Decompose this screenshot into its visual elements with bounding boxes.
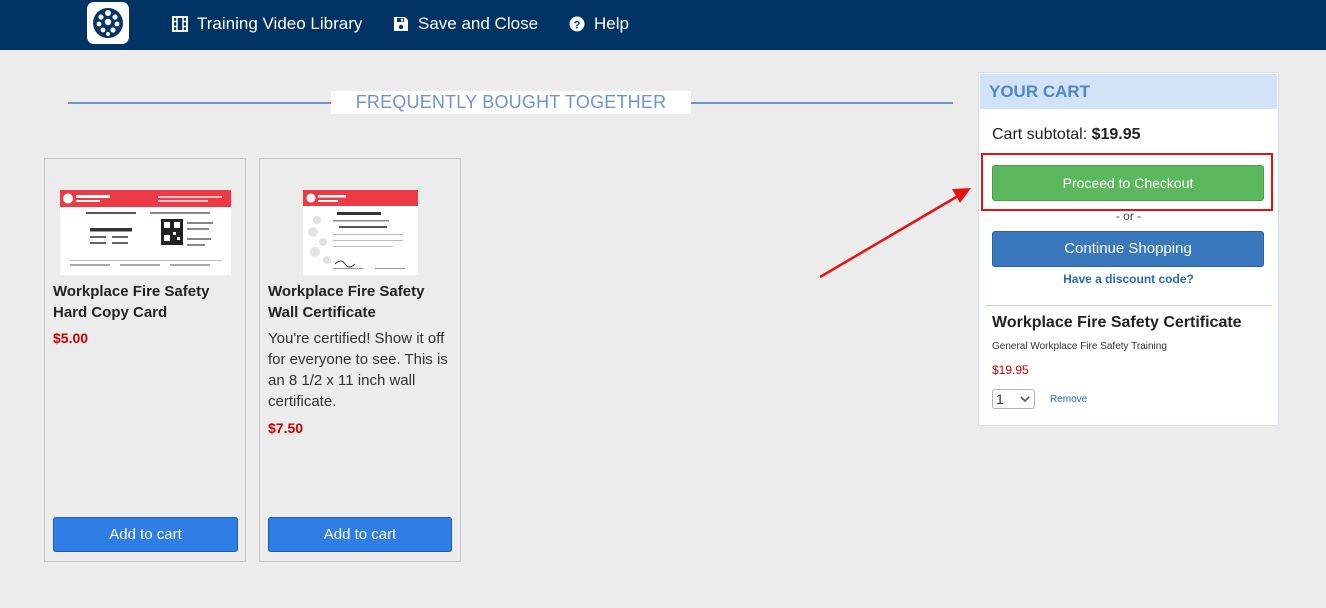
floppy-disk-icon <box>393 16 409 32</box>
quantity-value: 1 <box>996 391 1004 407</box>
cart-title: YOUR CART <box>980 74 1277 109</box>
quantity-select[interactable]: 1 <box>992 389 1035 409</box>
fbt-divider-left <box>68 102 331 104</box>
or-separator: - or - <box>1115 209 1142 223</box>
app-logo[interactable] <box>87 2 129 44</box>
nav-save-and-close[interactable]: Save and Close <box>393 13 538 35</box>
nav-label-help: Help <box>594 14 629 33</box>
cart-subtotal-value: $19.95 <box>1091 126 1141 143</box>
nav-help[interactable]: ? Help <box>569 13 629 35</box>
product-thumbnail-card[interactable] <box>60 190 231 280</box>
film-icon <box>172 16 188 32</box>
nav-training-video-library[interactable]: Training Video Library <box>172 13 362 35</box>
product-price: $7.50 <box>268 420 304 436</box>
cart-item-price: $19.95 <box>992 363 1029 377</box>
product-description: You're certified! Show it off for everyo… <box>268 330 448 410</box>
product-price: $5.00 <box>53 330 89 346</box>
cart-subtotal: Cart subtotal: $19.95 <box>992 126 1141 144</box>
remove-item-link[interactable]: Remove <box>1050 394 1087 405</box>
top-nav-bar: Training Video Library Save and Close ? … <box>0 0 1326 50</box>
discount-code-link[interactable]: Have a discount code? <box>979 272 1278 286</box>
nav-label-training-video-library: Training Video Library <box>197 14 363 33</box>
add-to-cart-button[interactable]: Add to cart <box>53 517 238 552</box>
cart-item-subtitle: General Workplace Fire Safety Training <box>992 341 1167 352</box>
cart-item-name: Workplace Fire Safety Certificate <box>992 314 1242 331</box>
nav-label-save-and-close: Save and Close <box>418 14 539 33</box>
product-name-line-1: Workplace Fire Safety <box>268 283 425 300</box>
svg-text:?: ? <box>574 19 581 31</box>
fbt-title: FREQUENTLY BOUGHT TOGETHER <box>331 91 691 114</box>
logo-dots-icon <box>93 8 123 38</box>
cart-divider <box>986 305 1271 306</box>
cart-panel: YOUR CART Cart subtotal: $19.95 Proceed … <box>978 72 1279 426</box>
product-name: Workplace Fire Safety Wall Certificate <box>268 281 424 323</box>
fbt-divider-right <box>691 102 953 104</box>
question-circle-icon: ? <box>569 16 585 32</box>
product-name-line-1: Workplace Fire Safety <box>53 283 210 300</box>
product-name-line-2: Hard Copy Card <box>53 304 168 321</box>
product-name: Workplace Fire Safety Hard Copy Card <box>53 281 209 323</box>
add-to-cart-button[interactable]: Add to cart <box>268 517 452 552</box>
product-name-line-2: Wall Certificate <box>268 304 376 321</box>
product-thumbnail-certificate[interactable] <box>303 190 418 280</box>
chevron-down-icon <box>1019 391 1031 411</box>
cart-subtotal-label: Cart subtotal: <box>992 126 1088 143</box>
continue-shopping-button[interactable]: Continue Shopping <box>992 231 1264 267</box>
product-card-wall-certificate: Workplace Fire Safety Wall Certificate Y… <box>259 158 461 562</box>
checkout-highlight-box <box>981 153 1273 211</box>
product-card-hard-copy: Workplace Fire Safety Hard Copy Card $5.… <box>44 158 246 562</box>
